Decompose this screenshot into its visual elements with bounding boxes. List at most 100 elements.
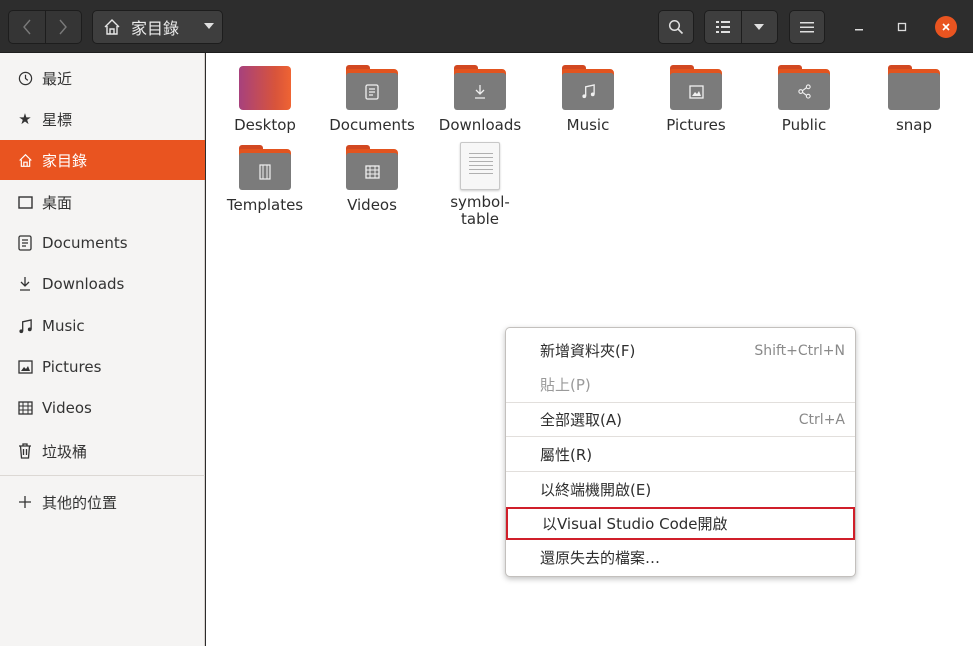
- menu-item-properties[interactable]: 屬性(R): [506, 438, 855, 471]
- sidebar-divider: [0, 475, 205, 476]
- public-folder-icon: [778, 65, 830, 113]
- clock-icon: [16, 69, 34, 87]
- path-label: 家目錄: [131, 19, 180, 38]
- sidebar-item-label: 垃圾桶: [42, 442, 88, 461]
- sidebar-item-music[interactable]: Music: [0, 306, 205, 346]
- hamburger-icon: [800, 22, 814, 33]
- menu-item-label: 以終端機開啟(E): [540, 481, 652, 499]
- list-view-icon: [715, 21, 730, 33]
- header-bar: 家目錄: [0, 0, 973, 53]
- music-icon: [16, 317, 34, 335]
- templates-folder-icon: [239, 145, 291, 193]
- sidebar-item-label: Videos: [42, 399, 92, 417]
- menu-item-shortcut: Shift+Ctrl+N: [754, 342, 845, 359]
- menu-item-new-folder[interactable]: 新增資料夾(F) Shift+Ctrl+N: [506, 334, 855, 367]
- download-icon: [16, 275, 34, 293]
- file-item-videos[interactable]: Videos: [322, 145, 422, 214]
- places-sidebar: 最近 ★ 星標 家目錄 桌面 Documents Downloads Music: [0, 53, 205, 646]
- close-icon: [942, 23, 950, 31]
- chevron-right-icon: [59, 19, 68, 35]
- chevron-left-icon: [23, 19, 31, 35]
- maximize-icon: [897, 22, 907, 32]
- pictures-folder-icon: [670, 65, 722, 113]
- sidebar-item-documents[interactable]: Documents: [0, 223, 205, 263]
- desktop-icon: [16, 193, 34, 211]
- menu-item-label: 貼上(P): [540, 376, 591, 394]
- home-icon: [16, 151, 34, 169]
- navigation-buttons: [8, 10, 82, 44]
- sidebar-item-label: Downloads: [42, 275, 125, 293]
- back-button[interactable]: [9, 11, 45, 43]
- sidebar-item-videos[interactable]: Videos: [0, 388, 205, 428]
- file-name: Desktop: [234, 116, 296, 134]
- file-item-downloads[interactable]: Downloads: [430, 65, 530, 134]
- menu-item-paste: 貼上(P): [506, 368, 855, 401]
- sidebar-item-other-locations[interactable]: 其他的位置: [0, 482, 205, 522]
- sidebar-item-label: 家目錄: [42, 151, 88, 170]
- documents-folder-icon: [346, 65, 398, 113]
- sidebar-item-label: 星標: [42, 110, 73, 129]
- menu-item-label: 還原失去的檔案…: [540, 549, 661, 567]
- file-item-public[interactable]: Public: [754, 65, 854, 134]
- search-button[interactable]: [658, 10, 694, 44]
- sidebar-item-home[interactable]: 家目錄: [0, 140, 205, 180]
- text-file-icon: [454, 142, 506, 190]
- sidebar-item-trash[interactable]: 垃圾桶: [0, 431, 205, 471]
- view-toggle-group: [704, 10, 778, 44]
- sidebar-item-starred[interactable]: ★ 星標: [0, 99, 205, 139]
- file-item-pictures[interactable]: Pictures: [646, 65, 746, 134]
- menu-item-open-with-vscode[interactable]: 以Visual Studio Code開啟: [506, 507, 855, 540]
- menu-separator: [506, 471, 855, 472]
- file-name: Videos: [347, 196, 397, 214]
- file-item-snap[interactable]: snap: [864, 65, 964, 134]
- desktop-folder-icon: [239, 65, 291, 113]
- file-name: Pictures: [666, 116, 726, 134]
- home-icon: [104, 19, 120, 35]
- file-name: Documents: [329, 116, 415, 134]
- picture-icon: [16, 358, 34, 376]
- folder-icon: [888, 65, 940, 113]
- file-item-desktop[interactable]: Desktop: [215, 65, 315, 134]
- sidebar-item-label: Documents: [42, 234, 128, 252]
- plus-icon: [16, 493, 34, 511]
- video-icon: [16, 399, 34, 417]
- menu-item-open-in-terminal[interactable]: 以終端機開啟(E): [506, 473, 855, 506]
- sidebar-item-label: 最近: [42, 69, 73, 88]
- file-name: Downloads: [438, 116, 522, 134]
- music-folder-icon: [562, 65, 614, 113]
- file-item-documents[interactable]: Documents: [322, 65, 422, 134]
- main-menu-button[interactable]: [789, 10, 825, 44]
- sidebar-item-recent[interactable]: 最近: [0, 58, 205, 98]
- menu-item-select-all[interactable]: 全部選取(A) Ctrl+A: [506, 403, 855, 436]
- menu-item-label: 新增資料夾(F): [540, 342, 636, 360]
- search-icon: [668, 19, 684, 35]
- sidebar-item-desktop[interactable]: 桌面: [0, 182, 205, 222]
- file-name: Music: [566, 116, 610, 134]
- file-name: Templates: [226, 196, 304, 214]
- chevron-down-icon: [754, 24, 765, 30]
- file-item-templates[interactable]: Templates: [215, 145, 315, 214]
- file-item-symbol-table[interactable]: symbol-table: [430, 142, 530, 228]
- path-dropdown-icon[interactable]: [204, 23, 214, 29]
- maximize-button[interactable]: [891, 16, 913, 38]
- minimize-button[interactable]: [848, 16, 870, 38]
- menu-item-restore-missing-files[interactable]: 還原失去的檔案…: [506, 541, 855, 574]
- forward-button[interactable]: [44, 11, 81, 43]
- file-name: symbol-table: [450, 193, 510, 228]
- file-item-music[interactable]: Music: [538, 65, 638, 134]
- downloads-folder-icon: [454, 65, 506, 113]
- close-button[interactable]: [935, 16, 957, 38]
- list-view-button[interactable]: [705, 11, 741, 43]
- sidebar-item-downloads[interactable]: Downloads: [0, 264, 205, 304]
- view-options-button[interactable]: [740, 11, 777, 43]
- file-name: snap: [895, 116, 933, 134]
- sidebar-item-pictures[interactable]: Pictures: [0, 347, 205, 387]
- menu-item-label: 全部選取(A): [540, 411, 622, 429]
- videos-folder-icon: [346, 145, 398, 193]
- menu-item-label: 以Visual Studio Code開啟: [542, 515, 728, 533]
- sidebar-item-label: Pictures: [42, 358, 102, 376]
- star-icon: ★: [18, 110, 32, 128]
- document-icon: [16, 234, 34, 252]
- path-bar-home[interactable]: 家目錄: [92, 10, 223, 44]
- sidebar-item-label: 桌面: [42, 193, 73, 212]
